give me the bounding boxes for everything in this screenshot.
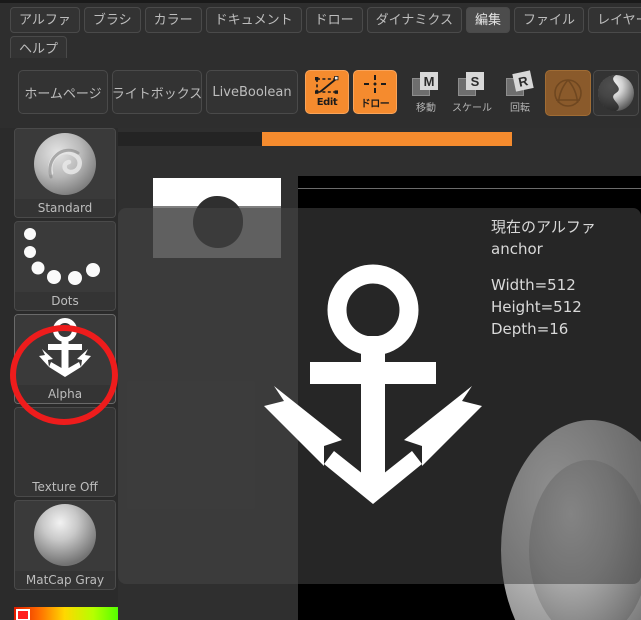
draw-button[interactable]: ドロー — [353, 70, 397, 114]
menu-item-file[interactable]: ファイル — [514, 7, 585, 33]
alpha-info-name: anchor — [491, 240, 543, 258]
zbrush-window: アルファ ブラシ カラー ドキュメント ドロー ダイナミクス 編集 ファイル レ… — [0, 0, 641, 620]
sidebar-item-stroke-label: Dots — [15, 292, 115, 310]
current-color-swatch[interactable] — [16, 609, 30, 620]
alpha-info-panel: 現在のアルファ anchor Width=512 Height=512 Dept… — [491, 216, 641, 340]
move-icon-key: M — [420, 72, 438, 90]
perspective-button[interactable] — [545, 70, 591, 116]
lightbox-button[interactable]: ライトボックス — [112, 70, 202, 114]
canvas-slider[interactable] — [118, 132, 512, 146]
menu-bar: アルファ ブラシ カラー ドキュメント ドロー ダイナミクス 編集 ファイル レ… — [0, 0, 641, 62]
sidebar-item-material-label: MatCap Gray — [15, 571, 115, 589]
sidebar-item-alpha[interactable]: Alpha — [14, 314, 116, 404]
menu-item-brush[interactable]: ブラシ — [83, 7, 141, 33]
transform-gizmo-icon — [315, 76, 339, 94]
move-button-label: 移動 — [416, 103, 436, 114]
alpha-info-depth: Depth=16 — [491, 320, 569, 338]
texture-off-thumbnail — [15, 408, 115, 478]
alpha-info-title: 現在のアルファ — [491, 218, 596, 236]
liveboolean-button[interactable]: LiveBoolean — [206, 70, 298, 114]
alpha-info-spacer — [491, 260, 641, 274]
sidebar-item-stroke[interactable]: Dots — [14, 221, 116, 311]
homepage-button[interactable]: ホームページ — [18, 70, 108, 114]
scale-icon-key: S — [466, 72, 484, 90]
edit-button[interactable]: Edit — [305, 70, 349, 114]
perspective-icon — [554, 79, 582, 107]
matcap-sphere-icon — [34, 504, 96, 566]
tool-bar: ホームページ ライトボックス LiveBoolean Edit ドロー M 移動… — [0, 58, 641, 128]
menu-item-alpha[interactable]: アルファ — [10, 7, 80, 33]
anchor-icon — [39, 318, 91, 377]
scale-button[interactable]: S スケール — [450, 72, 494, 118]
sidebar-item-brush[interactable]: Standard — [14, 128, 116, 218]
sidebar-item-alpha-label: Alpha — [15, 385, 115, 403]
brush-standard-thumbnail — [15, 129, 115, 199]
brush-swirl-icon — [34, 133, 96, 195]
sidebar-item-texture[interactable]: Texture Off — [14, 407, 116, 497]
menu-item-draw[interactable]: ドロー — [305, 7, 363, 33]
sidebar-item-brush-label: Standard — [15, 199, 115, 217]
sidebar-item-texture-label: Texture Off — [15, 478, 115, 496]
sidebar-item-material[interactable]: MatCap Gray — [14, 500, 116, 590]
move-icon: M — [412, 72, 440, 98]
scale-button-label: スケール — [452, 103, 492, 114]
menu-item-dynamics[interactable]: ダイナミクス — [366, 7, 463, 33]
material-sphere-icon — [598, 75, 634, 111]
menu-item-document[interactable]: ドキュメント — [205, 7, 302, 33]
crosshair-icon — [364, 75, 386, 93]
rotate-button[interactable]: R 回転 — [498, 70, 542, 118]
canvas-slider-fill[interactable] — [262, 132, 512, 146]
menu-item-color[interactable]: カラー — [144, 7, 202, 33]
rotate-button-label: 回転 — [510, 103, 530, 114]
dots-stroke-icon — [24, 228, 100, 285]
left-sidebar: Standard Dots Alpha Texture Off MatCap G… — [14, 128, 116, 593]
alpha-anchor-thumbnail — [15, 315, 115, 385]
menu-item-layer[interactable]: レイヤー — [588, 7, 641, 33]
edit-button-label: Edit — [316, 97, 338, 108]
document-top-divider — [298, 188, 641, 189]
scale-icon: S — [458, 72, 486, 98]
anchor-alpha-graphic — [264, 264, 482, 504]
color-picker-strip[interactable] — [14, 607, 124, 620]
matcap-gray-thumbnail — [15, 501, 115, 571]
rotate-icon: R — [506, 70, 534, 98]
alpha-info-width: Width=512 — [491, 276, 576, 294]
alpha-info-height: Height=512 — [491, 298, 582, 316]
material-button[interactable] — [593, 70, 639, 116]
menu-row-1: アルファ ブラシ カラー ドキュメント ドロー ダイナミクス 編集 ファイル レ… — [10, 7, 641, 33]
draw-button-label: ドロー — [360, 99, 390, 110]
menu-item-edit[interactable]: 編集 — [466, 7, 511, 33]
stroke-dots-thumbnail — [15, 222, 115, 292]
move-button[interactable]: M 移動 — [404, 72, 448, 118]
canvas-area[interactable]: 現在のアルファ anchor Width=512 Height=512 Dept… — [118, 128, 641, 620]
rotate-icon-key: R — [512, 70, 534, 92]
